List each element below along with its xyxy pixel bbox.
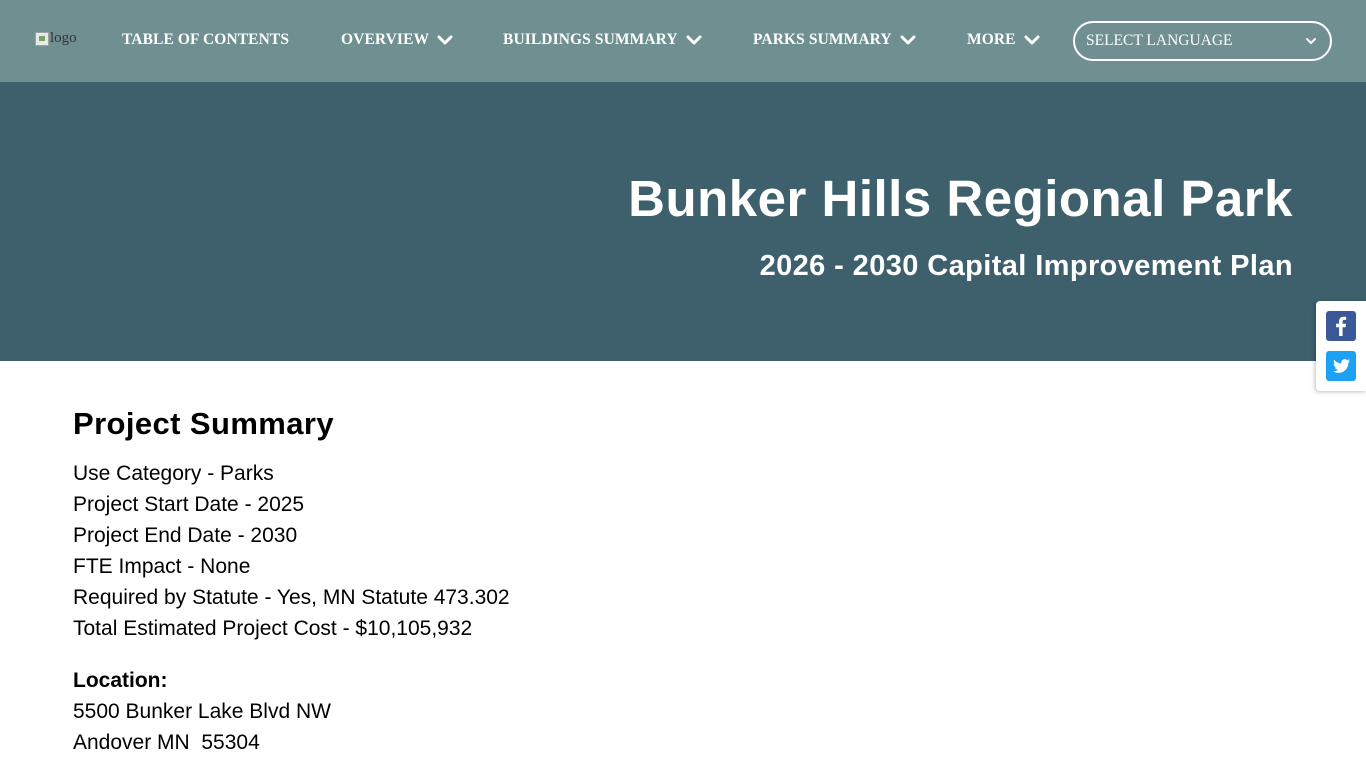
nav-item-label: PARKS SUMMARY (753, 31, 892, 48)
project-summary-list: Use Category - Parks Project Start Date … (73, 458, 1173, 644)
location-street: 5500 Bunker Lake Blvd NW (73, 700, 331, 723)
facebook-share-button[interactable] (1326, 311, 1356, 341)
summary-use-category: Use Category - Parks (73, 462, 274, 485)
nav-item-label: MORE (967, 31, 1016, 48)
section-heading: Project Summary (73, 406, 334, 441)
summary-total-cost: Total Estimated Project Cost - $10,105,9… (73, 617, 473, 640)
nav-item-label: TABLE OF CONTENTS (122, 31, 290, 48)
chevron-down-icon (900, 35, 916, 45)
summary-required-by-statute: Required by Statute - Yes, MN Statute 47… (73, 586, 510, 609)
page-subtitle: 2026 - 2030 Capital Improvement Plan (759, 250, 1293, 282)
hero-banner: Bunker Hills Regional Park 2026 - 2030 C… (0, 82, 1366, 361)
nav-item-table-of-contents[interactable]: TABLE OF CONTENTS (122, 31, 289, 49)
summary-start-date: Project Start Date - 2025 (73, 493, 305, 516)
language-select[interactable]: SELECT LANGUAGE (1073, 21, 1332, 61)
chevron-down-icon (437, 35, 453, 45)
twitter-icon (1333, 359, 1350, 373)
chevron-down-icon (1306, 38, 1316, 44)
location-heading: Location: (73, 669, 168, 692)
top-navigation-bar: logo TABLE OF CONTENTS OVERVIEW BUILDING… (0, 0, 1366, 82)
nav-item-more[interactable]: MORE (967, 31, 1040, 49)
logo[interactable]: logo (35, 30, 77, 47)
nav-item-parks-summary[interactable]: PARKS SUMMARY (753, 31, 916, 49)
chevron-down-icon (686, 35, 702, 45)
main-content: Project Summary Use Category - Parks Pro… (73, 404, 1173, 758)
chevron-down-icon (1024, 35, 1040, 45)
nav-item-buildings-summary[interactable]: BUILDINGS SUMMARY (503, 31, 702, 49)
page-title: Bunker Hills Regional Park (628, 170, 1293, 227)
nav-item-overview[interactable]: OVERVIEW (341, 31, 453, 49)
summary-end-date: Project End Date - 2030 (73, 524, 298, 547)
facebook-icon (1336, 316, 1347, 336)
social-share-panel (1316, 301, 1366, 391)
language-select-label: SELECT LANGUAGE (1086, 32, 1233, 49)
summary-fte-impact: FTE Impact - None (73, 555, 251, 578)
location-city: Andover MN 55304 (73, 731, 260, 754)
broken-image-icon (35, 31, 49, 46)
nav-item-label: BUILDINGS SUMMARY (503, 31, 678, 48)
logo-alt-text: logo (50, 30, 77, 46)
nav-item-label: OVERVIEW (341, 31, 430, 48)
twitter-share-button[interactable] (1326, 351, 1356, 381)
